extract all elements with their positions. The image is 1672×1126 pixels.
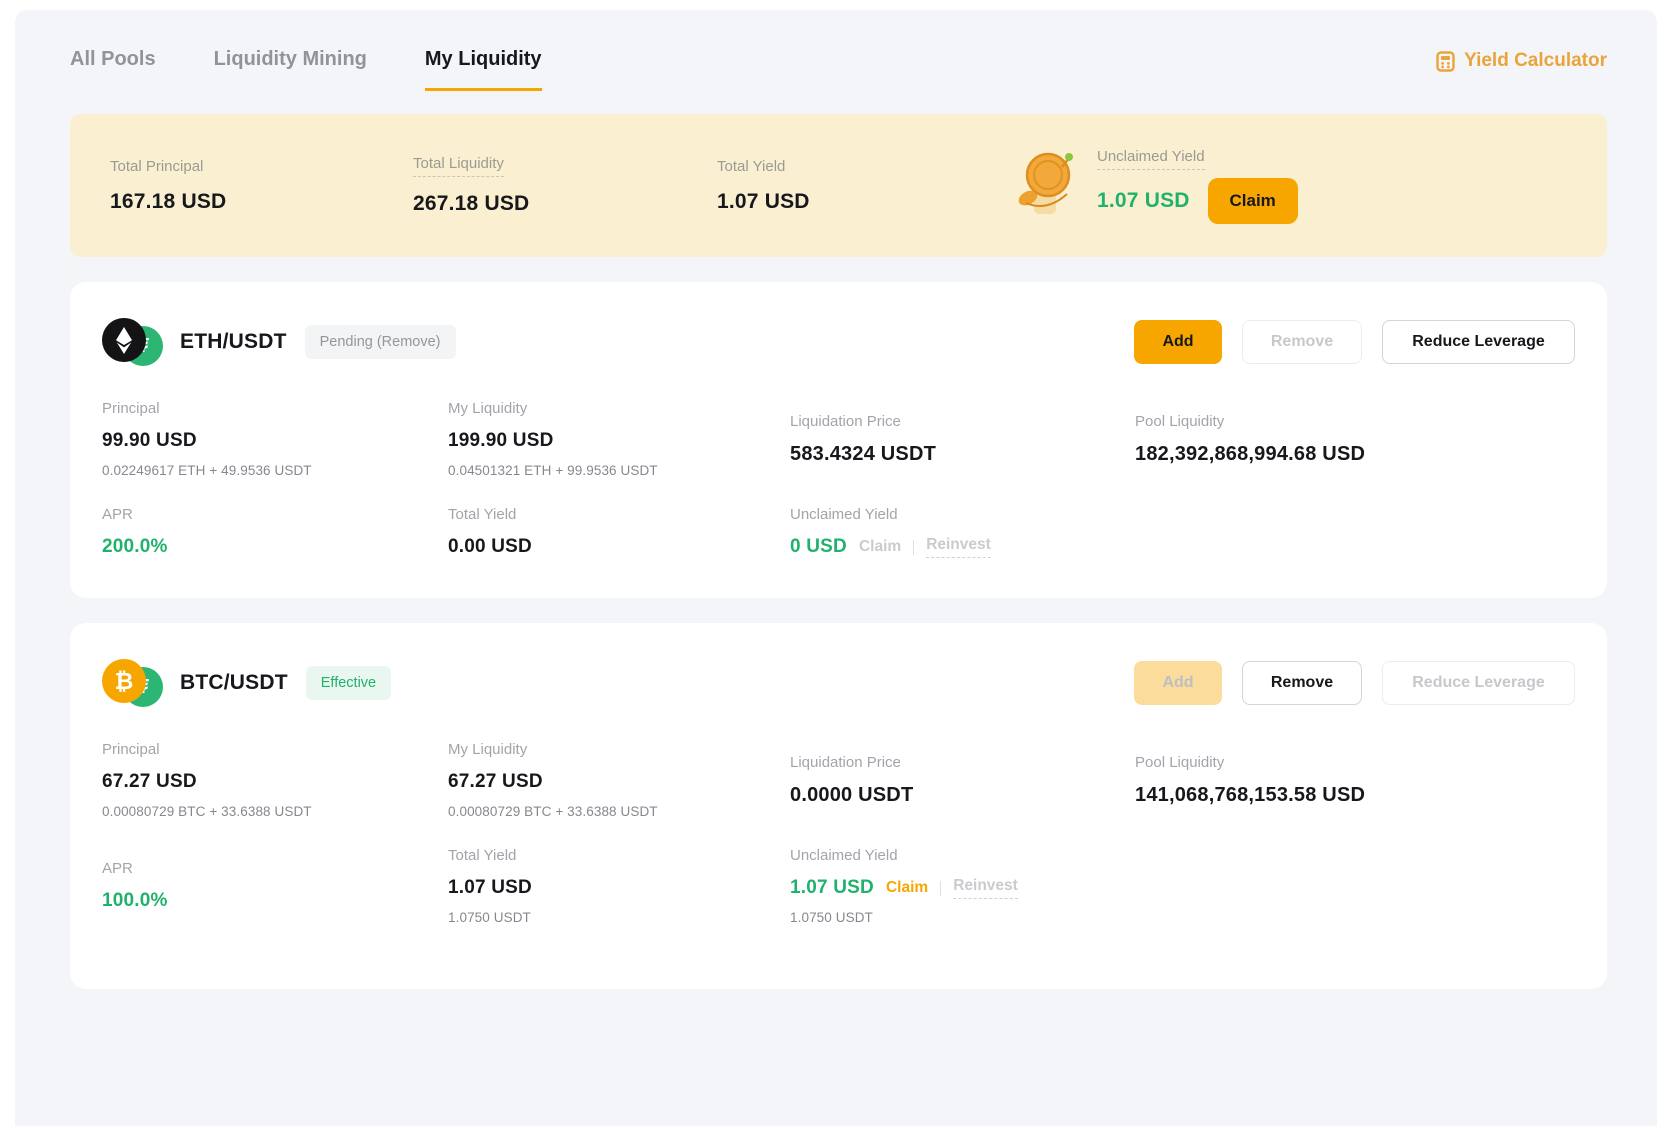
ethereum-icon <box>102 318 146 362</box>
apr-stat: APR 200.0% <box>102 506 448 558</box>
divider <box>913 540 914 555</box>
pool-liquidity-stat: Pool Liquidity 182,392,868,994.68 USD <box>1135 413 1575 466</box>
total-yield-value: 1.07 USD <box>448 877 790 899</box>
unclaimed-yield-value: 0 USD <box>790 536 847 558</box>
principal-stat: Principal 67.27 USD 0.00080729 BTC + 33.… <box>102 741 448 819</box>
pool-liquidity-value: 141,068,768,153.58 USD <box>1135 784 1575 807</box>
apr-stat: APR 100.0% <box>102 860 448 912</box>
pair-name: BTC/USDT <box>180 671 288 695</box>
unclaimed-yield-stat: Unclaimed Yield 1.07 USD Claim Reinvest … <box>790 847 1135 925</box>
principal-detail: 0.00080729 BTC + 33.6388 USDT <box>102 804 448 819</box>
reduce-leverage-button: Reduce Leverage <box>1382 661 1575 705</box>
liquidity-panel: All Pools Liquidity Mining My Liquidity … <box>15 10 1657 1126</box>
unclaimed-yield-detail: 1.0750 USDT <box>790 910 1135 925</box>
pool-liquidity-stat: Pool Liquidity 141,068,768,153.58 USD <box>1135 754 1575 807</box>
spacer <box>1135 506 1575 558</box>
total-yield-detail: 1.0750 USDT <box>448 910 790 925</box>
unclaimed-yield-block: Unclaimed Yield 1.07 USD Claim <box>1017 148 1298 224</box>
bitcoin-icon: ₿ <box>102 659 146 703</box>
total-yield-label: Total Yield <box>717 158 785 175</box>
tab-bar: All Pools Liquidity Mining My Liquidity … <box>70 48 1607 91</box>
my-liquidity-stat: My Liquidity 199.90 USD 0.04501321 ETH +… <box>448 400 790 478</box>
pool-liquidity-value: 182,392,868,994.68 USD <box>1135 443 1575 466</box>
reduce-leverage-button[interactable]: Reduce Leverage <box>1382 320 1575 364</box>
my-liquidity-stat: My Liquidity 67.27 USD 0.00080729 BTC + … <box>448 741 790 819</box>
remove-button: Remove <box>1242 320 1362 364</box>
apr-value: 100.0% <box>102 890 448 912</box>
my-liquidity-value: 67.27 USD <box>448 771 790 793</box>
total-principal-block: Total Principal 167.18 USD <box>110 158 413 214</box>
total-liquidity-label[interactable]: Total Liquidity <box>413 155 504 177</box>
total-liquidity-block: Total Liquidity 267.18 USD <box>413 155 717 216</box>
tab-all-pools[interactable]: All Pools <box>70 48 156 91</box>
pool-card-btc-usdt: ₮ ₿ BTC/USDT Effective Add Remove Reduce… <box>70 623 1607 989</box>
coin-illustration-icon <box>1017 148 1075 223</box>
total-yield-stat: Total Yield 1.07 USD 1.0750 USDT <box>448 847 790 925</box>
liquidation-price-value: 0.0000 USDT <box>790 784 1135 807</box>
apr-value: 200.0% <box>102 536 448 558</box>
summary-banner: Total Principal 167.18 USD Total Liquidi… <box>70 114 1607 257</box>
yield-calculator-link[interactable]: Yield Calculator <box>1436 50 1607 72</box>
reinvest-link[interactable]: Reinvest <box>926 536 991 558</box>
yield-calculator-label: Yield Calculator <box>1464 50 1607 72</box>
calculator-icon <box>1436 51 1455 72</box>
claim-link: Claim <box>859 538 901 556</box>
total-principal-label: Total Principal <box>110 158 203 175</box>
my-liquidity-value: 199.90 USD <box>448 430 790 452</box>
total-yield-stat: Total Yield 0.00 USD <box>448 506 790 558</box>
liquidation-price-value: 583.4324 USDT <box>790 443 1135 466</box>
pair-name: ETH/USDT <box>180 330 287 354</box>
tab-my-liquidity[interactable]: My Liquidity <box>425 48 542 91</box>
total-principal-value: 167.18 USD <box>110 190 413 214</box>
claim-link[interactable]: Claim <box>886 879 928 897</box>
my-liquidity-detail: 0.04501321 ETH + 99.9536 USDT <box>448 463 790 478</box>
total-yield-block: Total Yield 1.07 USD <box>717 158 957 214</box>
pair-icon: ₮ ₿ <box>102 659 164 707</box>
total-liquidity-value: 267.18 USD <box>413 192 717 216</box>
tab-liquidity-mining[interactable]: Liquidity Mining <box>214 48 367 91</box>
unclaimed-yield-stat: Unclaimed Yield 0 USD Claim Reinvest <box>790 506 1135 558</box>
add-button: Add <box>1134 661 1222 705</box>
spacer <box>1135 847 1575 925</box>
add-button[interactable]: Add <box>1134 320 1222 364</box>
principal-value: 67.27 USD <box>102 771 448 793</box>
principal-stat: Principal 99.90 USD 0.02249617 ETH + 49.… <box>102 400 448 478</box>
divider <box>940 881 941 896</box>
total-yield-value: 1.07 USD <box>717 190 957 214</box>
unclaimed-yield-value: 1.07 USD <box>790 877 874 899</box>
total-yield-value: 0.00 USD <box>448 536 790 558</box>
principal-detail: 0.02249617 ETH + 49.9536 USDT <box>102 463 448 478</box>
unclaimed-yield-value: 1.07 USD <box>1097 189 1190 213</box>
unclaimed-yield-label[interactable]: Unclaimed Yield <box>1097 148 1205 170</box>
principal-value: 99.90 USD <box>102 430 448 452</box>
pool-card-eth-usdt: ₮ ETH/USDT Pending (Remove) Add Remove R… <box>70 282 1607 598</box>
liquidation-price-stat: Liquidation Price 0.0000 USDT <box>790 754 1135 807</box>
liquidation-price-stat: Liquidation Price 583.4324 USDT <box>790 413 1135 466</box>
my-liquidity-detail: 0.00080729 BTC + 33.6388 USDT <box>448 804 790 819</box>
reinvest-link[interactable]: Reinvest <box>953 877 1018 899</box>
pair-icon: ₮ <box>102 318 164 366</box>
status-badge: Effective <box>306 666 391 700</box>
status-badge: Pending (Remove) <box>305 325 456 359</box>
remove-button[interactable]: Remove <box>1242 661 1362 705</box>
claim-button[interactable]: Claim <box>1208 178 1298 224</box>
